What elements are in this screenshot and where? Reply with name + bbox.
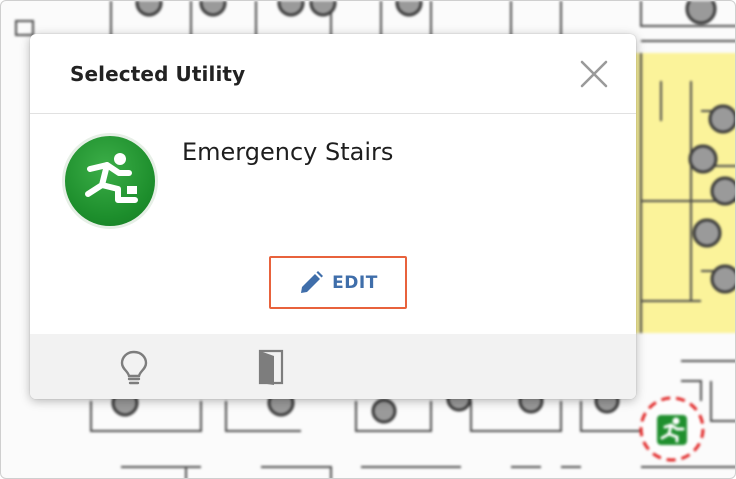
lightbulb-icon[interactable] [116,348,152,386]
selected-utility-dialog: Selected Utility Emergency Stairs EDIT [30,34,636,399]
dialog-title: Selected Utility [70,62,246,86]
pencil-icon [301,270,324,293]
utility-name: Emergency Stairs [182,138,394,166]
floorplan-viewport[interactable]: Selected Utility Emergency Stairs EDIT [0,0,736,479]
emergency-exit-marker-icon[interactable] [639,396,705,462]
door-icon[interactable] [254,348,290,386]
dialog-footer-toolbar [30,334,636,399]
emergency-exit-icon [62,133,158,229]
edit-button-label: EDIT [332,272,378,293]
dialog-header: Selected Utility [30,34,636,114]
close-icon[interactable] [576,58,612,90]
edit-button[interactable]: EDIT [269,256,407,309]
